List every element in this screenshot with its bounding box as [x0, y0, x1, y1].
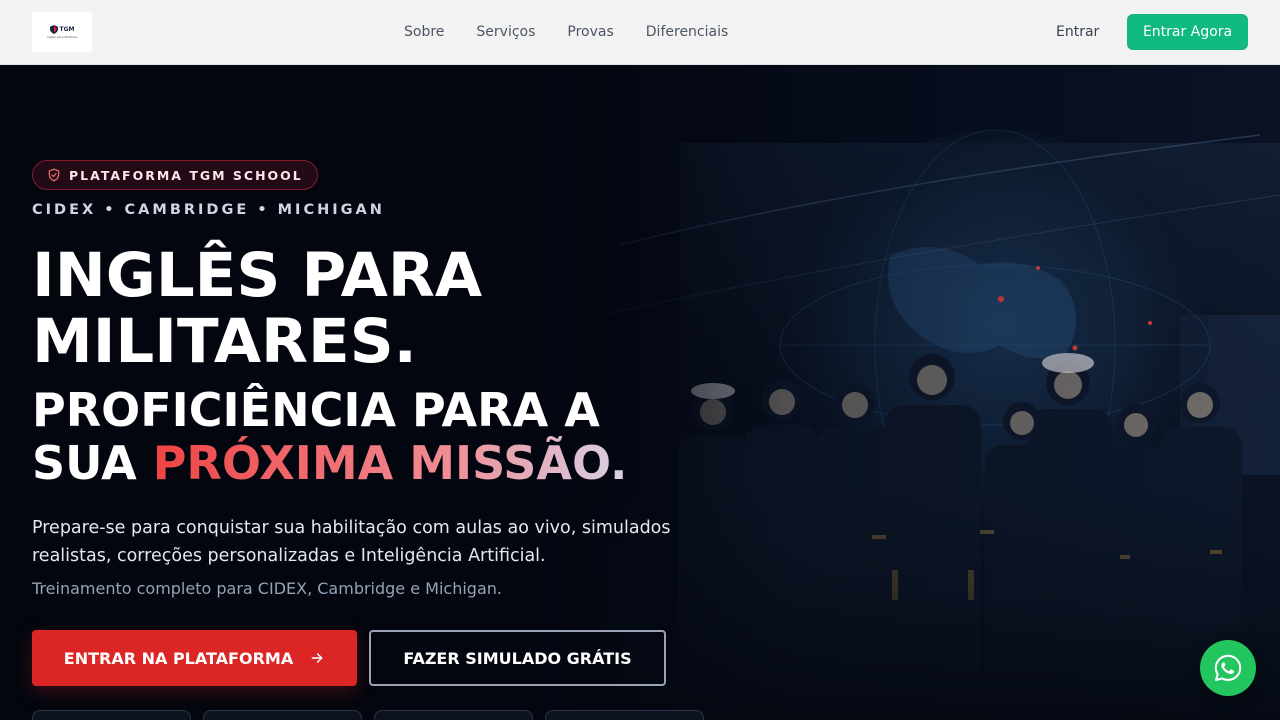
signin-link[interactable]: Entrar [1040, 14, 1115, 50]
enter-platform-label: ENTRAR NA PLATAFORMA [63, 648, 294, 668]
nav-link-diferenciais[interactable]: Diferenciais [630, 24, 745, 40]
feature-card [545, 710, 704, 720]
free-mock-test-button[interactable]: FAZER SIMULADO GRÁTIS [369, 630, 666, 686]
enter-now-button[interactable]: Entrar Agora [1127, 14, 1248, 50]
nav-link-sobre[interactable]: Sobre [388, 24, 460, 40]
hero-subtitle-highlight: PRÓXIMA MISSÃO. [152, 436, 628, 490]
platform-badge: PLATAFORMA TGM SCHOOL [32, 160, 318, 190]
hero-description: Prepare-se para conquistar sua habilitaç… [32, 518, 671, 566]
logo-text: TGM [59, 26, 75, 33]
top-navbar: TGM Inglês para Militares Sobre Serviços… [0, 0, 1280, 65]
hero-title-line-1: INGLÊS PARA [32, 240, 483, 311]
logo-tagline: Inglês para Militares [46, 35, 78, 39]
exam-list: CIDEX • CAMBRIDGE • MICHIGAN [32, 202, 385, 218]
whatsapp-button[interactable] [1200, 640, 1256, 696]
feature-card [32, 710, 191, 720]
logo-mark: TGM [49, 25, 75, 34]
hero-subtitle: PROFICIÊNCIA PARA A SUA PRÓXIMA MISSÃO. [32, 384, 692, 490]
nav-link-servicos[interactable]: Serviços [460, 24, 551, 40]
hero-title: INGLÊS PARA MILITARES. [32, 243, 672, 375]
feature-card [203, 710, 362, 720]
whatsapp-icon [1214, 654, 1242, 682]
hero-title-line-2: MILITARES. [32, 306, 417, 377]
badge-label: PLATAFORMA TGM SCHOOL [69, 167, 303, 183]
enter-platform-button[interactable]: ENTRAR NA PLATAFORMA [32, 630, 357, 686]
feature-card [374, 710, 533, 720]
shield-check-icon [48, 168, 60, 182]
nav-link-provas[interactable]: Provas [551, 24, 629, 40]
brand-logo[interactable]: TGM Inglês para Militares [32, 12, 92, 52]
logo-shield-icon [49, 25, 58, 34]
hero-section: PLATAFORMA TGM SCHOOL CIDEX • CAMBRIDGE … [0, 65, 1280, 720]
main-nav: Sobre Serviços Provas Diferenciais [388, 0, 744, 64]
hero-secondary-text: Treinamento completo para CIDEX, Cambrid… [32, 579, 502, 598]
arrow-right-icon [311, 653, 323, 663]
